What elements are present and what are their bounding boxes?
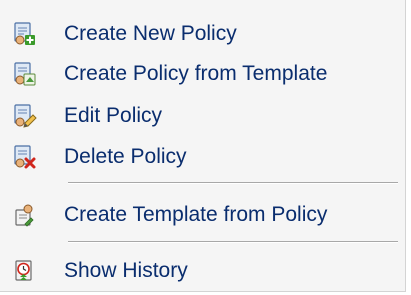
menu-item-label: Create Policy from Template [64, 62, 328, 85]
menu-item-label: Create Template from Policy [64, 203, 328, 226]
menu-item-create-policy-from-template[interactable]: Create Policy from Template [6, 56, 400, 92]
menu-item-create-new-policy[interactable]: Create New Policy [6, 16, 400, 52]
menu-item-label: Edit Policy [64, 104, 163, 127]
policy-delete-icon [10, 143, 38, 171]
menu-item-label: Show History [64, 259, 188, 282]
menu-item-label: Delete Policy [64, 145, 187, 168]
menu-item-delete-policy[interactable]: Delete Policy [6, 139, 400, 175]
menu-separator [68, 241, 398, 243]
history-icon [10, 257, 38, 285]
menu-item-edit-policy[interactable]: Edit Policy [6, 98, 400, 134]
context-menu: Create New Policy Create Policy from Tem… [0, 0, 406, 292]
template-from-policy-icon [10, 201, 38, 229]
menu-separator [68, 182, 398, 184]
policy-from-template-icon [10, 60, 38, 88]
policy-add-icon [10, 20, 38, 48]
menu-item-show-history[interactable]: Show History [6, 253, 400, 289]
menu-item-label: Create New Policy [64, 22, 237, 45]
policy-edit-icon [10, 102, 38, 130]
menu-item-create-template-from-policy[interactable]: Create Template from Policy [6, 197, 400, 233]
